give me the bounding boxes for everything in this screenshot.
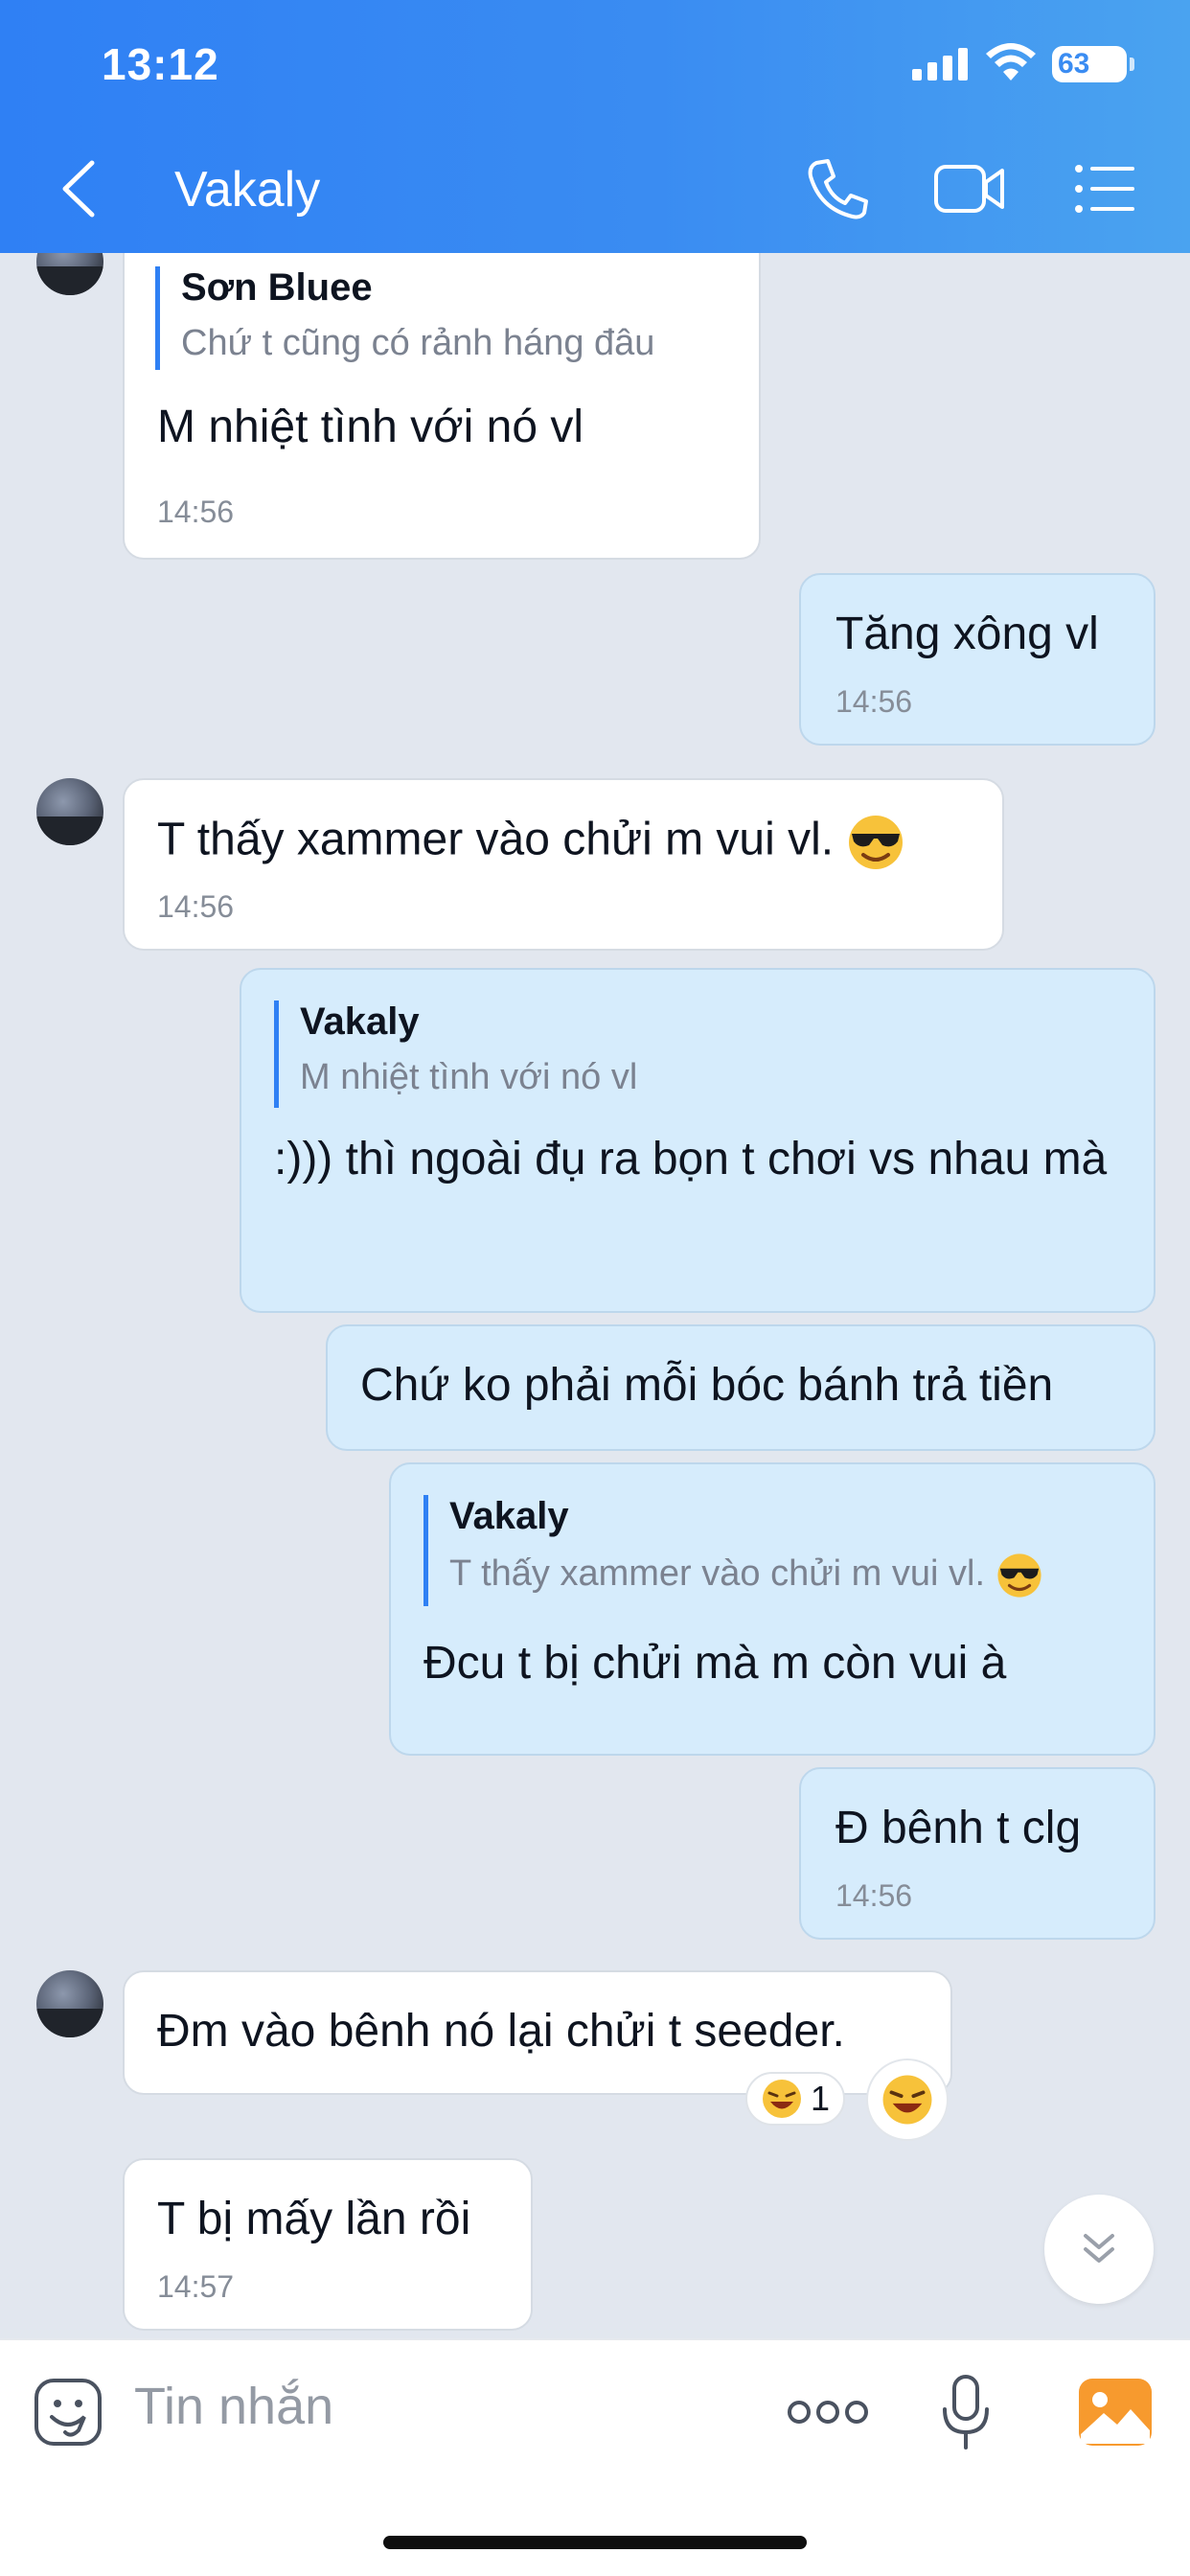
reply-quote[interactable]: Sơn Bluee Chứ t cũng có rảnh háng đâu [155,266,654,370]
scroll-to-bottom-button[interactable] [1044,2195,1154,2304]
cellular-signal-icon [912,48,968,80]
message-time: 14:56 [835,1878,913,1913]
message-time: 14:56 [157,889,235,924]
message-text: :))) thì ngoài đụ ra bọn t chơi vs nhau … [274,1134,1108,1184]
message-bubble[interactable]: Tăng xông vl 14:56 [799,573,1156,746]
menu-list-icon[interactable] [1073,157,1136,220]
home-indicator [383,2536,807,2549]
quote-sender: Vakaly [449,1495,569,1537]
sunglasses-emoji-icon [849,816,904,869]
message-time: 14:56 [157,494,235,529]
message-text: Đ bênh t clg [835,1803,1082,1853]
wifi-icon [986,43,1036,80]
message-text: Chứ ko phải mỗi bóc bánh trả tiền [360,1360,1054,1411]
sunglasses-emoji-icon [996,1553,1041,1598]
message-time: 14:56 [835,684,913,719]
status-time: 13:12 [102,39,219,89]
message-text: M nhiệt tình với nó vl [157,402,584,452]
avatar[interactable] [36,778,103,845]
avatar[interactable] [36,253,103,295]
message-bubble[interactable]: Vakaly T thấy xammer vào chửi m vui vl. … [389,1462,1156,1756]
message-bubble[interactable]: Vakaly M nhiệt tình với nó vl :))) thì n… [240,968,1156,1313]
message-bubble[interactable]: Đ bênh t clg 14:56 [799,1767,1156,1940]
add-reaction-button[interactable] [866,2058,949,2141]
message-text: Đm vào bênh nó lại chửi t seeder. [157,2006,845,2057]
gallery-image-icon[interactable] [1077,2377,1154,2448]
message-bubble[interactable]: T thấy xammer vào chửi m vui vl. 14:56 [123,778,1004,951]
reaction-count: 1 [810,2079,831,2118]
reaction-summary[interactable]: 1 [745,2072,845,2126]
quote-text: T thấy xammer vào chửi m vui vl. [449,1553,985,1595]
message-bubble[interactable]: T bị mấy lần rồi 14:57 [123,2158,533,2331]
chat-title[interactable]: Vakaly [174,161,320,218]
reply-quote[interactable]: Vakaly M nhiệt tình với nó vl [274,1000,637,1108]
video-call-icon[interactable] [933,157,1006,220]
message-input[interactable]: Tin nhắn [134,2377,333,2436]
laughing-emoji-icon [762,2080,801,2118]
phone-icon[interactable] [807,157,868,220]
avatar[interactable] [36,1970,103,2037]
message-time: 14:57 [157,2269,235,2304]
laughing-emoji-icon [882,2075,932,2125]
sticker-emoji-icon[interactable] [33,2377,103,2448]
quote-sender: Sơn Bluee [181,266,373,309]
double-chevron-down-icon [1084,2234,1114,2263]
more-options-icon[interactable] [788,2398,868,2426]
reply-quote[interactable]: Vakaly T thấy xammer vào chửi m vui vl. [423,1495,1043,1606]
chat-header: 13:12 63 Vakaly [0,0,1190,253]
microphone-icon[interactable] [939,2373,993,2453]
message-text: T thấy xammer vào chửi m vui vl. [157,814,835,865]
quote-sender: Vakaly [300,1000,420,1043]
message-text: T bị mấy lần rồi [157,2194,471,2244]
message-bubble[interactable]: Sơn Bluee Chứ t cũng có rảnh háng đâu M … [123,253,761,560]
back-arrow-icon[interactable] [57,159,100,218]
quote-text: Chứ t cũng có rảnh háng đâu [181,323,655,363]
message-text: Tăng xông vl [835,609,1099,659]
battery-indicator: 63 [1052,46,1134,82]
message-bubble[interactable]: Chứ ko phải mỗi bóc bánh trả tiền [326,1324,1156,1451]
message-text: Đcu t bị chửi mà m còn vui à [423,1638,1007,1689]
quote-text: M nhiệt tình với nó vl [300,1057,638,1097]
message-list[interactable]: Sơn Bluee Chứ t cũng có rảnh háng đâu M … [0,253,1190,2338]
